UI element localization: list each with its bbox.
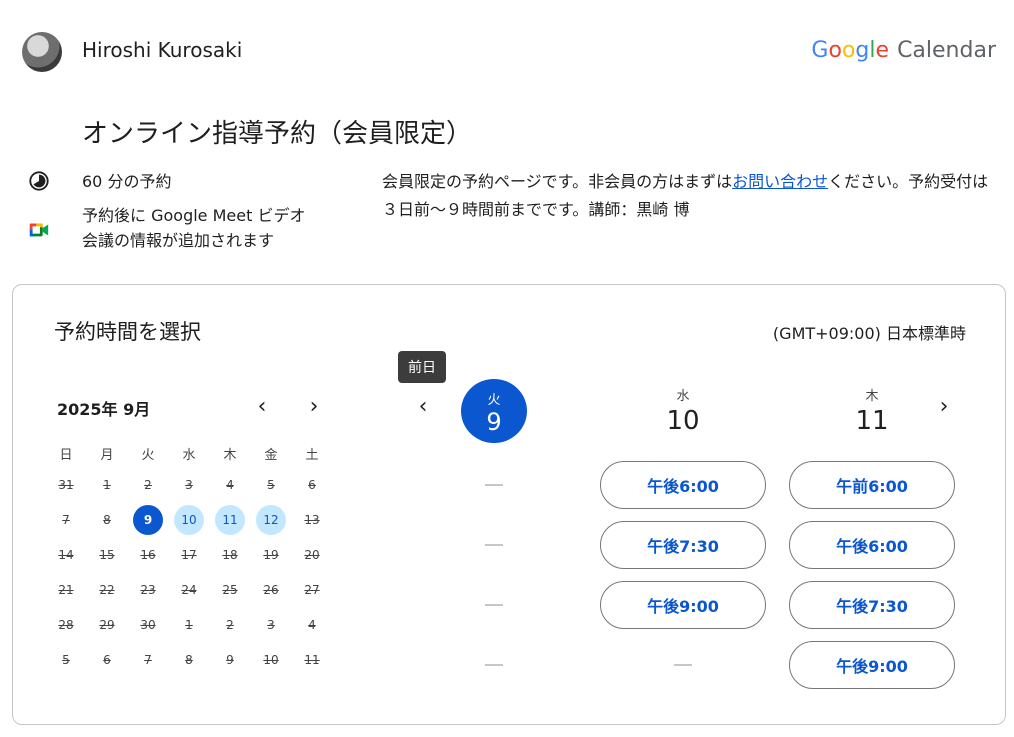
calendar-day: 26 [263, 583, 279, 597]
calendar-day: 10 [263, 653, 279, 667]
calendar-day: 25 [222, 583, 238, 597]
calendar-day: 18 [222, 548, 238, 562]
calendar-day: 14 [58, 548, 74, 562]
calendar-day[interactable]: 12 [256, 505, 286, 535]
day-number: 9 [486, 408, 502, 436]
time-slot-button[interactable]: 午後9:00 [789, 641, 955, 689]
tooltip-previous-day: 前日 [398, 351, 446, 383]
brand-product: Calendar [897, 38, 996, 63]
weekday-header: 月 [100, 448, 114, 463]
calendar-day: 27 [304, 583, 320, 597]
timezone-selector[interactable]: (GMT+09:00) 日本標準時 [773, 320, 966, 344]
calendar-day: 6 [103, 653, 111, 667]
day-weekday: 火 [487, 393, 501, 408]
duration-text: 60 分の予約 [82, 172, 172, 191]
calendar-day: 19 [263, 548, 279, 562]
calendar-day: 22 [99, 583, 115, 597]
calendar-day: 1 [103, 478, 111, 492]
clock-icon [29, 171, 49, 191]
prev-month-button[interactable]: ‹ [246, 390, 278, 422]
calendar-day: 8 [185, 653, 193, 667]
next-month-button[interactable]: › [298, 390, 330, 422]
calendar-day: 28 [58, 618, 74, 632]
no-slot-placeholder [674, 664, 692, 666]
description: 会員限定の予約ページです。非会員の方はまずはお問い合わせください。予約受付は３日… [382, 168, 992, 224]
calendar-day: 15 [99, 548, 115, 562]
weekday-header: 火 [141, 448, 155, 463]
calendar-day: 24 [181, 583, 197, 597]
time-slot-button[interactable]: 午後7:30 [789, 581, 955, 629]
prev-day-button[interactable]: ‹ [407, 390, 439, 422]
meet-info-line2: 会議の情報が追加されます [82, 231, 275, 250]
calendar-day: 2 [226, 618, 234, 632]
chevron-right-icon: › [309, 393, 319, 419]
calendar-day: 1 [185, 618, 193, 632]
google-meet-icon [29, 223, 49, 237]
calendar-day: 31 [58, 478, 74, 492]
month-label: 2025年 9月 [57, 400, 151, 419]
calendar-day: 3 [267, 618, 275, 632]
calendar-day: 9 [226, 653, 234, 667]
calendar-day: 5 [267, 478, 275, 492]
calendar-day: 2 [144, 478, 152, 492]
calendar-day: 4 [308, 618, 316, 632]
avatar [22, 32, 62, 72]
calendar-day-selected[interactable]: 9 [133, 505, 163, 535]
calendar-day: 13 [304, 513, 320, 527]
time-slot-button[interactable]: 午後6:00 [789, 521, 955, 569]
calendar-day: 11 [304, 653, 320, 667]
time-slot-button[interactable]: 午後9:00 [600, 581, 766, 629]
calendar-day: 20 [304, 548, 320, 562]
chevron-right-icon: › [939, 393, 949, 419]
meet-info-line1: 予約後に Google Meet ビデオ [82, 206, 306, 225]
weekday-header: 水 [182, 448, 196, 463]
time-slot-button[interactable]: 午前6:00 [789, 461, 955, 509]
calendar-day: 23 [140, 583, 156, 597]
weekday-header: 木 [223, 448, 237, 463]
day-header: 水 10 [638, 385, 728, 436]
weekday-header: 金 [264, 448, 278, 463]
weekday-header: 日 [59, 448, 73, 463]
calendar-day: 29 [99, 618, 115, 632]
calendar-day: 3 [185, 478, 193, 492]
day-header-selected: 火 9 [461, 379, 527, 443]
calendar-day: 7 [144, 653, 152, 667]
page-title: オンライン指導予約（会員限定） [82, 119, 473, 149]
no-slot-placeholder [485, 484, 503, 486]
day-number: 10 [666, 406, 700, 436]
calendar-day: 8 [103, 513, 111, 527]
calendar-day: 4 [226, 478, 234, 492]
no-slot-placeholder [485, 544, 503, 546]
description-text-1: 会員限定の予約ページです。非会員の方はまずは [382, 172, 733, 191]
calendar-day[interactable]: 11 [215, 505, 245, 535]
calendar-day: 7 [62, 513, 70, 527]
calendar-day: 17 [181, 548, 197, 562]
day-weekday: 木 [865, 389, 879, 404]
chevron-left-icon: ‹ [418, 393, 428, 419]
card-title: 予約時間を選択 [54, 320, 201, 344]
next-day-button[interactable]: › [928, 390, 960, 422]
user-name: Hiroshi Kurosaki [82, 38, 243, 62]
calendar-day[interactable]: 10 [174, 505, 204, 535]
day-weekday: 水 [676, 389, 690, 404]
calendar-day: 21 [58, 583, 74, 597]
google-calendar-logo: Google Calendar [811, 38, 996, 63]
chevron-left-icon: ‹ [257, 393, 267, 419]
day-header: 木 11 [827, 385, 917, 436]
contact-link[interactable]: お問い合わせ [732, 172, 828, 191]
calendar-day: 30 [140, 618, 156, 632]
weekday-header: 土 [305, 448, 319, 463]
no-slot-placeholder [485, 664, 503, 666]
time-slot-button[interactable]: 午後7:30 [600, 521, 766, 569]
no-slot-placeholder [485, 604, 503, 606]
time-slot-button[interactable]: 午後6:00 [600, 461, 766, 509]
day-number: 11 [855, 406, 889, 436]
calendar-day: 6 [308, 478, 316, 492]
calendar-day: 5 [62, 653, 70, 667]
calendar-day: 16 [140, 548, 156, 562]
